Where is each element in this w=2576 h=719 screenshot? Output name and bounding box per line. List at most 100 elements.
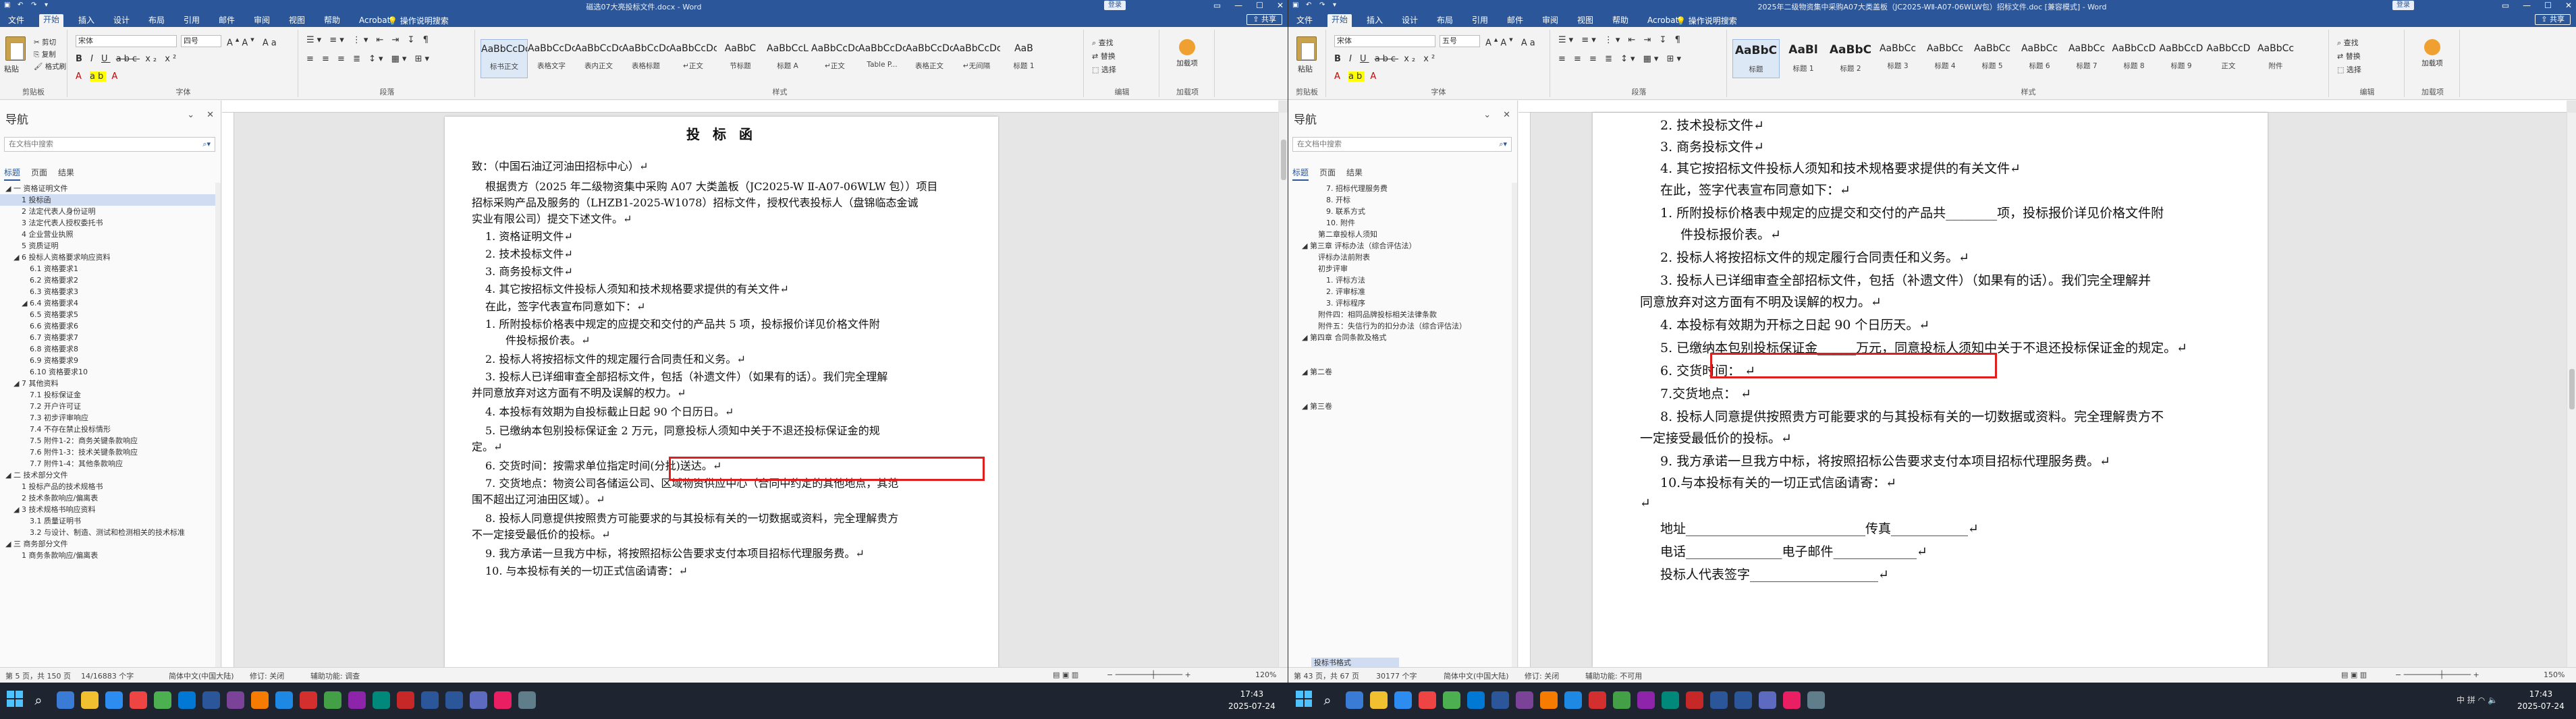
- excel-icon[interactable]: [1613, 691, 1630, 709]
- style-item[interactable]: AaBbCcDc 表格文字: [528, 39, 575, 78]
- tab-4[interactable]: 布局: [1433, 15, 1457, 27]
- nav-heading-item[interactable]: 1 投标函: [0, 194, 221, 206]
- nav-heading-item[interactable]: 6.10 资格要求10: [0, 366, 221, 378]
- word-icon[interactable]: [1491, 691, 1509, 709]
- tab-1[interactable]: 开始: [39, 14, 64, 27]
- word-icon[interactable]: [1710, 691, 1728, 709]
- style-item[interactable]: AaBbCcD 标题 9: [2158, 39, 2205, 78]
- photos-icon[interactable]: [1540, 691, 1558, 709]
- word-icon[interactable]: [421, 691, 439, 709]
- media-icon[interactable]: [227, 691, 244, 709]
- tab-2[interactable]: 插入: [1363, 15, 1387, 27]
- nav-heading-item[interactable]: ◢ 第四章 合同条款及格式: [1288, 332, 1517, 343]
- page-count[interactable]: 第 5 页，共 150 页: [5, 670, 71, 681]
- mail-icon[interactable]: [130, 691, 147, 709]
- tab-6[interactable]: 邮件: [215, 15, 239, 27]
- tab-3[interactable]: 设计: [1398, 15, 1422, 27]
- replace-button[interactable]: ⇄ 替换: [2337, 50, 2361, 63]
- font-format-buttons[interactable]: B I U abc x₂ x²: [76, 54, 179, 64]
- app-icon[interactable]: [373, 691, 390, 709]
- style-item[interactable]: AaBbCc 标题 5: [1969, 39, 2016, 78]
- store-icon[interactable]: [1467, 691, 1485, 709]
- nav-selected-item[interactable]: 投标书格式: [1311, 658, 1399, 667]
- list-buttons[interactable]: ☰▾ ≡▾ ⋮▾ ⇤ ⇥ ↧ ¶: [306, 35, 431, 45]
- nav-heading-item[interactable]: 7. 招标代理服务费: [1288, 183, 1517, 194]
- paste-icon[interactable]: [5, 36, 26, 61]
- nav-heading-item[interactable]: 8. 开标: [1288, 194, 1517, 206]
- pdf-icon[interactable]: [1589, 691, 1606, 709]
- nav-heading-item[interactable]: 7.6 附件1-3：技术关键条款响应: [0, 447, 221, 458]
- nav-search-input[interactable]: 在文档中搜索 ⌕▾: [1292, 137, 1512, 152]
- style-item[interactable]: AaBbCc 标题 4: [1921, 39, 1969, 78]
- nav-heading-item[interactable]: ◢ 3 技术规格书响应资料: [0, 504, 221, 515]
- nav-heading-item[interactable]: [1288, 378, 1517, 389]
- nav-heading-item[interactable]: 6.6 资格要求6: [0, 320, 221, 332]
- nav-heading-item[interactable]: 2. 评审标准: [1288, 286, 1517, 297]
- ribbon-display-icon[interactable]: ▭: [2502, 1, 2509, 10]
- app-icon[interactable]: [470, 691, 487, 709]
- tell-me-search[interactable]: 💡 操作说明搜索: [1676, 15, 1737, 26]
- word-count[interactable]: 30177 个字: [1376, 670, 1417, 681]
- track-changes[interactable]: 修订: 关闭: [250, 670, 284, 681]
- nav-tab-1[interactable]: 页面: [1319, 167, 1336, 181]
- taskbar-clock-right[interactable]: 17:43 2025-07-24: [2517, 688, 2565, 712]
- style-item[interactable]: AaBbC 标题: [1732, 39, 1780, 78]
- file-explorer-icon[interactable]: [57, 691, 74, 709]
- style-item[interactable]: AaBbCcDc ↵无间隔: [953, 39, 1000, 78]
- font-name-combo[interactable]: 宋体: [76, 35, 177, 47]
- nav-heading-item[interactable]: ◢ 三 商务部分文件: [0, 538, 221, 550]
- nav-heading-item[interactable]: 6.9 资格要求9: [0, 355, 221, 366]
- page-count[interactable]: 第 43 页，共 67 页: [1294, 670, 1359, 681]
- style-item[interactable]: AaBbCcDc 表格标题: [622, 39, 669, 78]
- file-explorer-icon[interactable]: [1346, 691, 1363, 709]
- share-button[interactable]: ⇪ 共享: [1246, 14, 1282, 25]
- folder-icon[interactable]: [1370, 691, 1388, 709]
- nav-heading-item[interactable]: 评标办法前附表: [1288, 252, 1517, 263]
- font-color-buttons[interactable]: A ab A: [76, 71, 120, 82]
- app-icon[interactable]: [1637, 691, 1655, 709]
- nav-tab-2[interactable]: 结果: [1346, 167, 1363, 181]
- nav-heading-item[interactable]: 7.3 初步评审响应: [0, 412, 221, 424]
- wechat-icon[interactable]: [1443, 691, 1460, 709]
- nav-heading-item[interactable]: 7.1 投标保证金: [0, 389, 221, 401]
- document-page[interactable]: 2. 技术投标文件↵ 3. 商务投标文件↵ 4. 其它按招标文件投标人须知和技术规格…: [1593, 113, 2268, 667]
- nav-tab-1[interactable]: 页面: [31, 167, 47, 181]
- style-item[interactable]: AaBbCcDc ↵正文: [669, 39, 717, 78]
- nav-tab-2[interactable]: 结果: [58, 167, 74, 181]
- word-icon[interactable]: [1734, 691, 1752, 709]
- addins-button[interactable]: 加载项: [2415, 39, 2449, 68]
- style-item[interactable]: AaBbCcL 标题 A: [764, 39, 811, 78]
- minimize-icon[interactable]: —: [1234, 1, 1242, 10]
- word-icon[interactable]: [445, 691, 463, 709]
- style-item[interactable]: AaB 标题 1: [1000, 39, 1047, 78]
- nav-heading-item[interactable]: 3. 评标程序: [1288, 297, 1517, 309]
- tab-9[interactable]: 帮助: [320, 15, 344, 27]
- accessibility-status[interactable]: 辅助功能: 调查: [310, 670, 360, 681]
- nav-heading-item[interactable]: 5 资质证明: [0, 240, 221, 252]
- nav-heading-item[interactable]: ◢ 6.4 资格要求4: [0, 297, 221, 309]
- nav-heading-item[interactable]: ◢ 6 投标人资格要求响应资料: [0, 252, 221, 263]
- tab-0[interactable]: 文件: [4, 15, 28, 27]
- nav-heading-item[interactable]: ◢ 一 资格证明文件: [0, 183, 221, 194]
- nav-heading-item[interactable]: ◢ 7 其他资料: [0, 378, 221, 389]
- copy-button[interactable]: ⎘ 复制: [34, 49, 66, 61]
- nav-heading-item[interactable]: [1288, 355, 1517, 366]
- tab-9[interactable]: 帮助: [1608, 15, 1633, 27]
- vertical-ruler[interactable]: [222, 113, 234, 667]
- mail-icon[interactable]: [1419, 691, 1436, 709]
- maximize-icon[interactable]: ☐: [2544, 1, 2552, 10]
- login-button[interactable]: 登录: [2392, 1, 2414, 10]
- nav-heading-item[interactable]: 7.4 不存在禁止投标情形: [0, 424, 221, 435]
- nav-heading-item[interactable]: 附件四：相同品牌投标相关法律条款: [1288, 309, 1517, 320]
- nav-heading-item[interactable]: 初步评审: [1288, 263, 1517, 275]
- search-icon[interactable]: ⌕▾: [1499, 138, 1507, 151]
- paste-icon[interactable]: [1296, 36, 1317, 61]
- format-painter-button[interactable]: 🖌 格式刷: [34, 61, 66, 73]
- align-buttons[interactable]: ≡ ≡ ≡ ≣ ↕▾ ▦▾ ⊞▾: [1558, 54, 1684, 64]
- style-item[interactable]: AaBbC 标题 2: [1827, 39, 1874, 78]
- nav-heading-item[interactable]: 2 技术条款响应/偏离表: [0, 492, 221, 504]
- nav-options-icon[interactable]: ⌄: [1483, 110, 1491, 120]
- scroll-thumb[interactable]: [1281, 140, 1286, 180]
- find-button[interactable]: ⌕ 查找: [1092, 36, 1116, 50]
- nav-heading-item[interactable]: ◢ 二 技术部分文件: [0, 469, 221, 481]
